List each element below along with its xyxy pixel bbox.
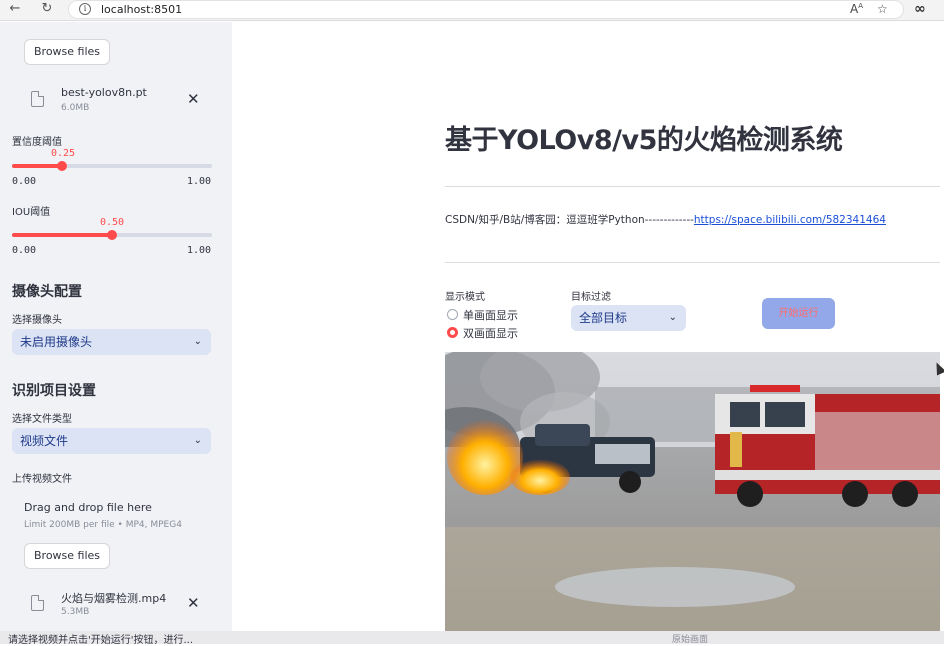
url-text: localhost:8501: [101, 3, 183, 16]
iou-slider[interactable]: [12, 230, 212, 240]
camera-section-title: 摄像头配置: [12, 284, 82, 300]
model-file-name: best-yolov8n.pt: [61, 86, 147, 99]
video-file-name: 火焰与烟雾检测.mp4: [61, 592, 167, 605]
dropzone-limit: Limit 200MB per file • MP4, MPEG4: [24, 520, 182, 530]
divider: [445, 262, 940, 263]
divider: [445, 186, 940, 187]
sidebar: Browse files best-yolov8n.pt 6.0MB ✕ 置信度…: [0, 22, 232, 644]
target-filter-value: 全部目标: [579, 311, 628, 325]
file-icon: [31, 91, 44, 107]
camera-select-label: 选择摄像头: [12, 315, 62, 326]
favorite-star-icon[interactable]: ☆: [877, 2, 888, 16]
file-type-value: 视频文件: [20, 434, 69, 448]
read-aloud-icon[interactable]: AA: [850, 2, 863, 16]
iou-value: 0.50: [100, 217, 125, 228]
upload-video-label: 上传视频文件: [12, 474, 72, 485]
status-bar: 请选择视频并点击'开始运行'按钮，进行... 原始画面: [0, 631, 944, 646]
radio-single-view-label[interactable]: 单画面显示: [463, 307, 518, 323]
confidence-label: 置信度阈值: [12, 137, 62, 148]
confidence-slider[interactable]: [12, 161, 212, 171]
confidence-min: 0.00: [12, 176, 37, 187]
radio-single-view[interactable]: [447, 309, 458, 320]
radio-dual-view[interactable]: [447, 327, 458, 338]
model-file-size: 6.0MB: [61, 103, 90, 113]
iou-slider-fill: [12, 233, 112, 237]
chevron-down-icon: ⌄: [193, 435, 202, 446]
address-bar[interactable]: i localhost:8501 AA ☆: [68, 0, 904, 19]
video-browse-files-button[interactable]: Browse files: [24, 543, 111, 569]
model-browse-files-button[interactable]: Browse files: [24, 39, 111, 65]
iou-max: 1.00: [187, 245, 212, 256]
credit-text: CSDN/知乎/B站/博客园：逗逗班学Python-------------: [445, 214, 694, 226]
target-filter-label: 目标过滤: [571, 292, 611, 303]
confidence-value: 0.25: [51, 148, 76, 159]
video-frame-image: [445, 352, 940, 632]
status-right-text: 原始画面: [672, 635, 709, 645]
chevron-down-icon: ⌄: [193, 336, 202, 347]
display-mode-label: 显示模式: [445, 292, 485, 303]
credit-line: CSDN/知乎/B站/博客园：逗逗班学Python-------------ht…: [445, 212, 886, 227]
credit-link[interactable]: https://space.bilibili.com/582341464: [694, 214, 886, 226]
reload-icon[interactable]: ↻: [38, 1, 56, 16]
back-arrow-icon[interactable]: ←: [6, 1, 24, 16]
start-run-button[interactable]: 开始运行: [762, 298, 835, 329]
file-type-label: 选择文件类型: [12, 414, 72, 425]
iou-label: IOU阈值: [12, 207, 51, 218]
file-icon: [31, 595, 44, 611]
confidence-slider-fill: [12, 164, 62, 168]
info-icon[interactable]: i: [79, 3, 91, 15]
remove-video-file-icon[interactable]: ✕: [187, 594, 200, 612]
confidence-slider-thumb[interactable]: [57, 161, 67, 171]
radio-dual-view-label[interactable]: 双画面显示: [463, 325, 518, 341]
video-file-size: 5.3MB: [61, 607, 90, 617]
page-title: 基于YOLOv8/v5的火焰检测系统: [445, 125, 843, 156]
confidence-max: 1.00: [187, 176, 212, 187]
dropzone-title[interactable]: Drag and drop file here: [24, 501, 152, 514]
camera-select-value: 未启用摄像头: [20, 335, 93, 349]
iou-min: 0.00: [12, 245, 37, 256]
iou-slider-thumb[interactable]: [107, 230, 117, 240]
extension-infinity-icon[interactable]: ∞: [914, 1, 926, 17]
fire-scene-illustration: [445, 352, 940, 632]
camera-select[interactable]: 未启用摄像头 ⌄: [12, 329, 211, 355]
remove-model-file-icon[interactable]: ✕: [187, 90, 200, 108]
browser-toolbar: ← ↻ i localhost:8501 AA ☆ ∞: [0, 0, 944, 21]
file-type-select[interactable]: 视频文件 ⌄: [12, 428, 211, 454]
chevron-down-icon: ⌄: [668, 312, 677, 323]
recognition-section-title: 识别项目设置: [12, 383, 96, 399]
target-filter-select[interactable]: 全部目标 ⌄: [571, 305, 686, 331]
